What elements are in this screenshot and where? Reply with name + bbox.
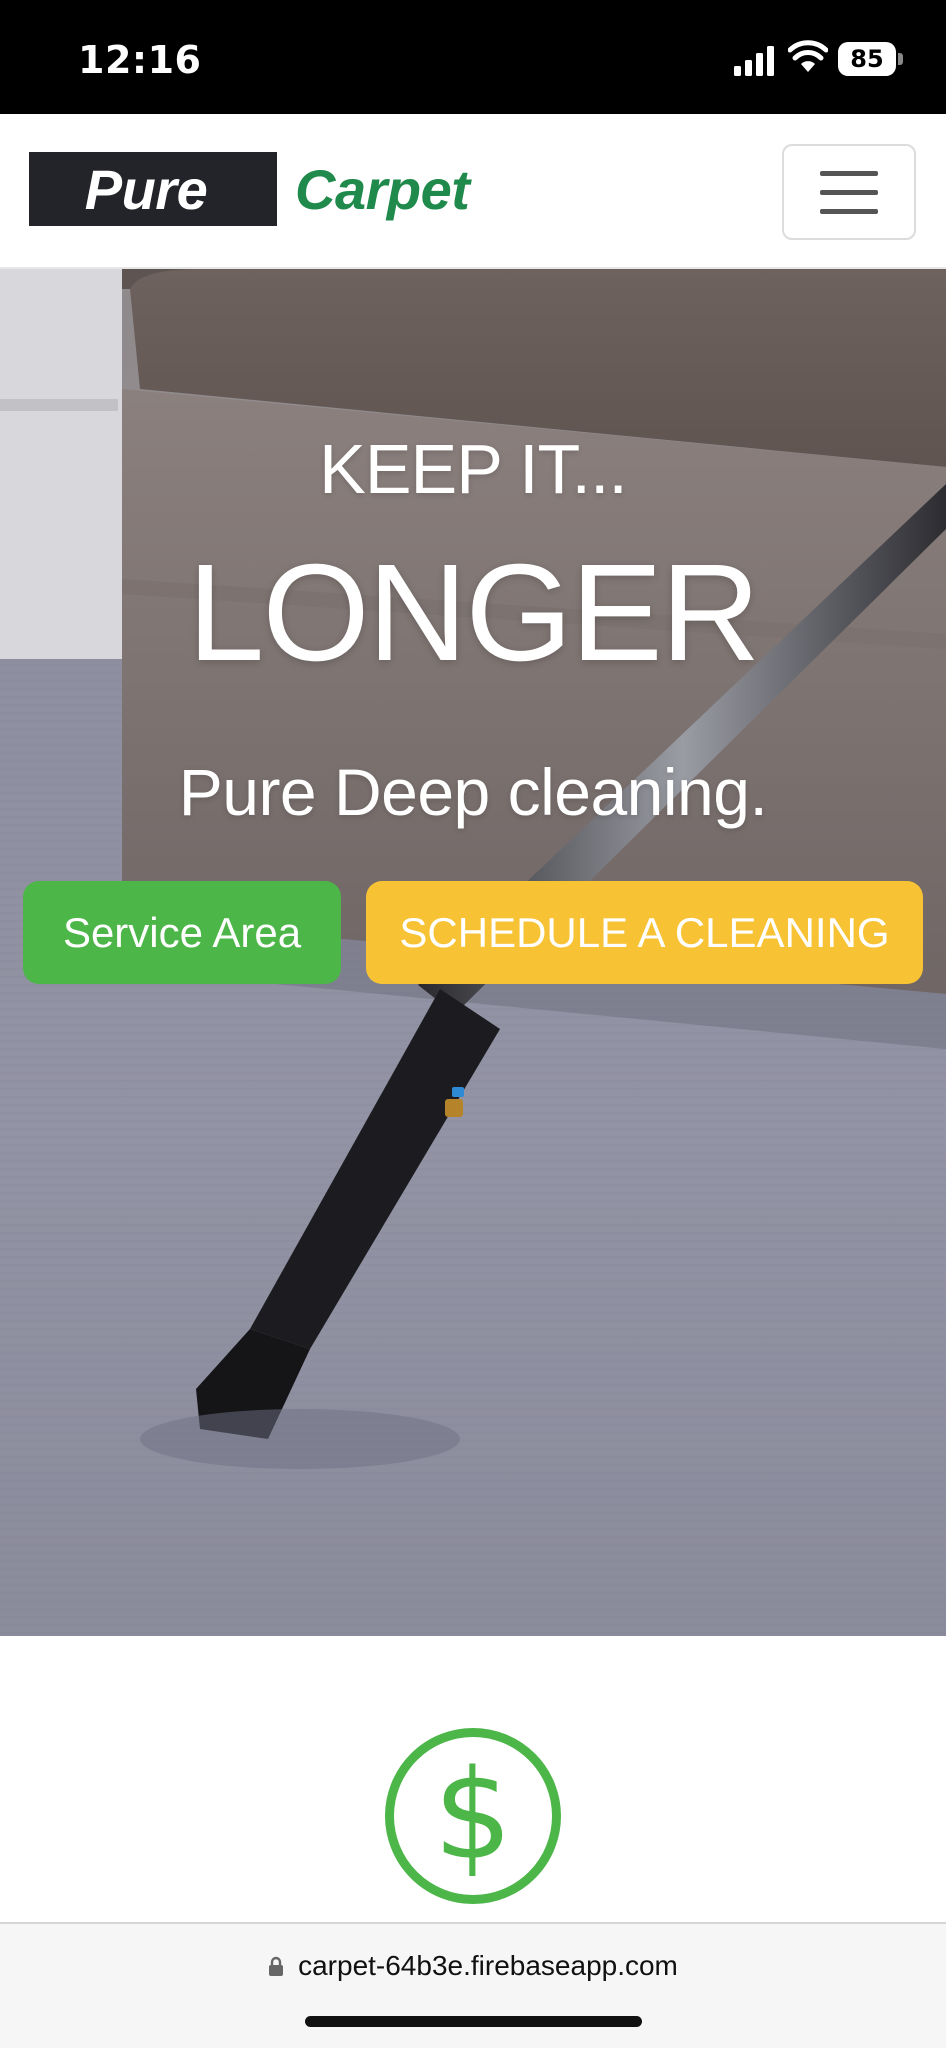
features-section: $ — [0, 1636, 946, 1922]
url-text[interactable]: carpet-64b3e.firebaseapp.com — [298, 1950, 678, 1982]
hero-title-small: KEEP IT... — [319, 430, 628, 508]
url-container[interactable]: carpet-64b3e.firebaseapp.com — [0, 1946, 946, 1986]
signal-icon — [734, 46, 774, 76]
service-area-button[interactable]: Service Area — [23, 881, 341, 984]
logo-carpet-text: Carpet — [295, 157, 470, 221]
battery-icon: 85 — [838, 42, 904, 76]
battery-tip — [898, 53, 903, 65]
lock-icon — [269, 1956, 284, 1976]
schedule-cleaning-button[interactable]: SCHEDULE A CLEANING — [366, 881, 923, 984]
battery-level: 85 — [838, 42, 896, 76]
site-navbar: Pure Carpet — [0, 114, 946, 269]
site-logo[interactable]: Pure Carpet — [29, 152, 470, 226]
status-time: 12:16 — [78, 38, 202, 82]
page: 12:16 85 Pure Carpet KEEP IT... LONGER P… — [0, 0, 946, 2048]
dollar-icon: $ — [385, 1728, 561, 1904]
hamburger-icon — [820, 170, 878, 176]
hero-section: KEEP IT... LONGER Pure Deep cleaning. Se… — [0, 269, 946, 1636]
home-indicator[interactable] — [305, 2016, 642, 2027]
browser-address-bar[interactable]: carpet-64b3e.firebaseapp.com — [0, 1922, 946, 2048]
hero-subtitle: Pure Deep cleaning. — [178, 755, 768, 829]
wifi-icon — [788, 40, 828, 72]
logo-pure-text: Pure — [29, 152, 277, 226]
hamburger-icon-bar — [820, 208, 878, 214]
menu-toggle-button[interactable] — [782, 144, 916, 240]
hamburger-icon-bar — [820, 189, 878, 195]
hero-title-big: LONGER — [187, 536, 761, 690]
status-bar: 12:16 85 — [0, 0, 946, 114]
